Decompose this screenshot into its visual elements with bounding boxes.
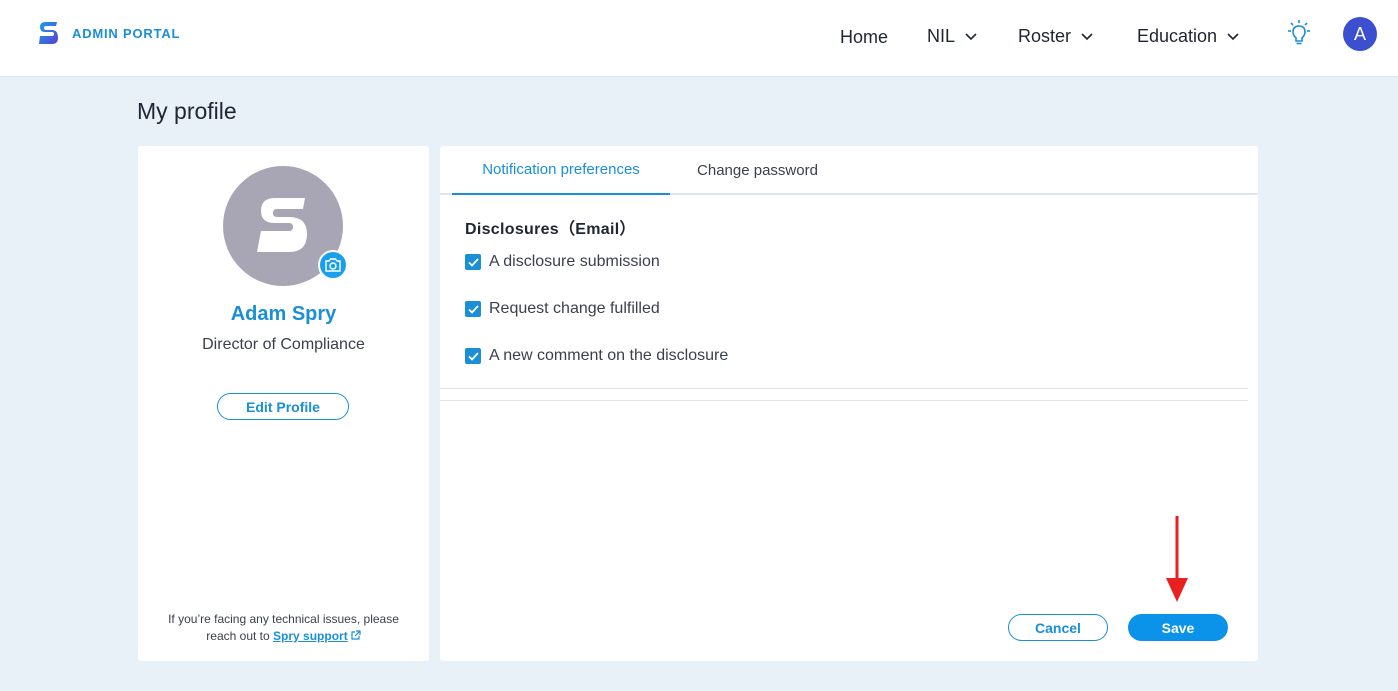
brand[interactable]: ADMIN PORTAL (37, 20, 180, 46)
tab-label: Change password (697, 162, 818, 179)
tab-label: Notification preferences (482, 161, 640, 178)
cancel-button[interactable]: Cancel (1008, 614, 1108, 641)
nav-home[interactable]: Home (840, 27, 888, 48)
section-title: Disclosures（Email） (465, 221, 636, 238)
support-note: If you’re facing any technical issues, p… (158, 611, 409, 645)
tab-change-password[interactable]: Change password (670, 146, 845, 195)
option-label: A new comment on the disclosure (489, 347, 729, 364)
nav-roster-label: Roster (1018, 26, 1072, 46)
nav-home-label: Home (840, 27, 889, 47)
spry-support-link[interactable]: Spry support (273, 629, 361, 643)
spry-logo-icon (257, 198, 307, 252)
edit-profile-button[interactable]: Edit Profile (217, 393, 349, 420)
checkbox[interactable] (465, 254, 481, 270)
spry-logo-icon (39, 22, 58, 44)
divider (440, 388, 1248, 389)
nav-nil[interactable]: NIL (927, 26, 977, 47)
annotation-arrow-icon (1166, 516, 1188, 602)
camera-icon (325, 258, 341, 272)
notification-option[interactable]: A new comment on the disclosure (465, 347, 728, 365)
nav-education[interactable]: Education (1137, 26, 1239, 47)
change-photo-button[interactable] (318, 250, 348, 280)
brand-text: ADMIN PORTAL (72, 25, 181, 41)
profile-card: Adam Spry Director of Compliance Edit Pr… (138, 146, 429, 661)
tab-notification-preferences[interactable]: Notification preferences (452, 146, 670, 195)
spry-support-link-label: Spry support (273, 629, 348, 643)
nav-nil-label: NIL (927, 26, 956, 46)
nav-education-label: Education (1137, 26, 1218, 46)
notification-option[interactable]: Request change fulfilled (465, 300, 660, 318)
save-button[interactable]: Save (1128, 614, 1228, 641)
page-title: My profile (137, 98, 237, 124)
chevron-down-icon (965, 32, 977, 40)
divider (440, 400, 1248, 401)
checkmark-icon (467, 304, 479, 314)
top-navigation-bar: ADMIN PORTAL Home NIL Roster Education A (0, 0, 1398, 77)
chevron-down-icon (1081, 32, 1093, 40)
notification-option[interactable]: A disclosure submission (465, 253, 660, 271)
external-link-icon (351, 630, 361, 640)
settings-card: Notification preferences Change password… (440, 146, 1258, 661)
user-role: Director of Compliance (202, 336, 365, 353)
user-avatar[interactable]: A (1343, 17, 1377, 51)
settings-tabs: Notification preferences Change password (440, 146, 1258, 195)
option-label: A disclosure submission (489, 253, 660, 270)
option-label: Request change fulfilled (489, 300, 660, 317)
checkbox[interactable] (465, 348, 481, 364)
chevron-down-icon (1227, 32, 1239, 40)
checkmark-icon (467, 257, 479, 267)
nav-roster[interactable]: Roster (1018, 26, 1093, 47)
user-name: Adam Spry (230, 303, 337, 325)
checkmark-icon (467, 351, 479, 361)
checkbox[interactable] (465, 301, 481, 317)
lightbulb-icon[interactable] (1283, 18, 1315, 50)
